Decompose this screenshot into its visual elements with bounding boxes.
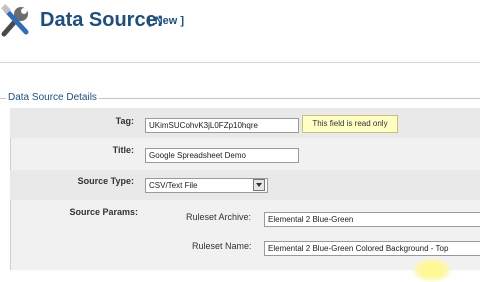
source-type-select[interactable]: CSV/Text File (145, 178, 268, 193)
ruleset-archive-label: Ruleset Archive: (186, 212, 252, 222)
ruleset-name-field[interactable]: Elemental 2 Blue-Green Colored Backgroun… (264, 241, 480, 256)
tools-icon (1, 4, 29, 37)
ruleset-archive-field[interactable]: Elemental 2 Blue-Green (264, 212, 480, 227)
cursor-highlight (412, 258, 452, 282)
page-title: Data Source: (40, 9, 164, 31)
ruleset-name-label: Ruleset Name: (192, 241, 252, 251)
title-label: Title: (112, 145, 134, 155)
divider (0, 62, 480, 63)
tag-label: Tag: (115, 116, 134, 126)
page-status: [ New ] (148, 15, 185, 27)
source-params-label: Source Params: (69, 207, 138, 217)
section-legend: Data Source Details (6, 92, 99, 103)
chevron-down-icon[interactable] (253, 179, 265, 191)
source-type-value: CSV/Text File (149, 181, 198, 190)
title-field[interactable]: Google Spreadsheet Demo (145, 148, 299, 163)
page-header: Data Source: [ New ] (0, 0, 480, 46)
source-type-label: Source Type: (77, 176, 134, 186)
tag-field[interactable]: UKimSUCohvK3jL0FZp10hqre (145, 118, 299, 133)
read-only-tooltip: This field is read only (302, 115, 398, 133)
